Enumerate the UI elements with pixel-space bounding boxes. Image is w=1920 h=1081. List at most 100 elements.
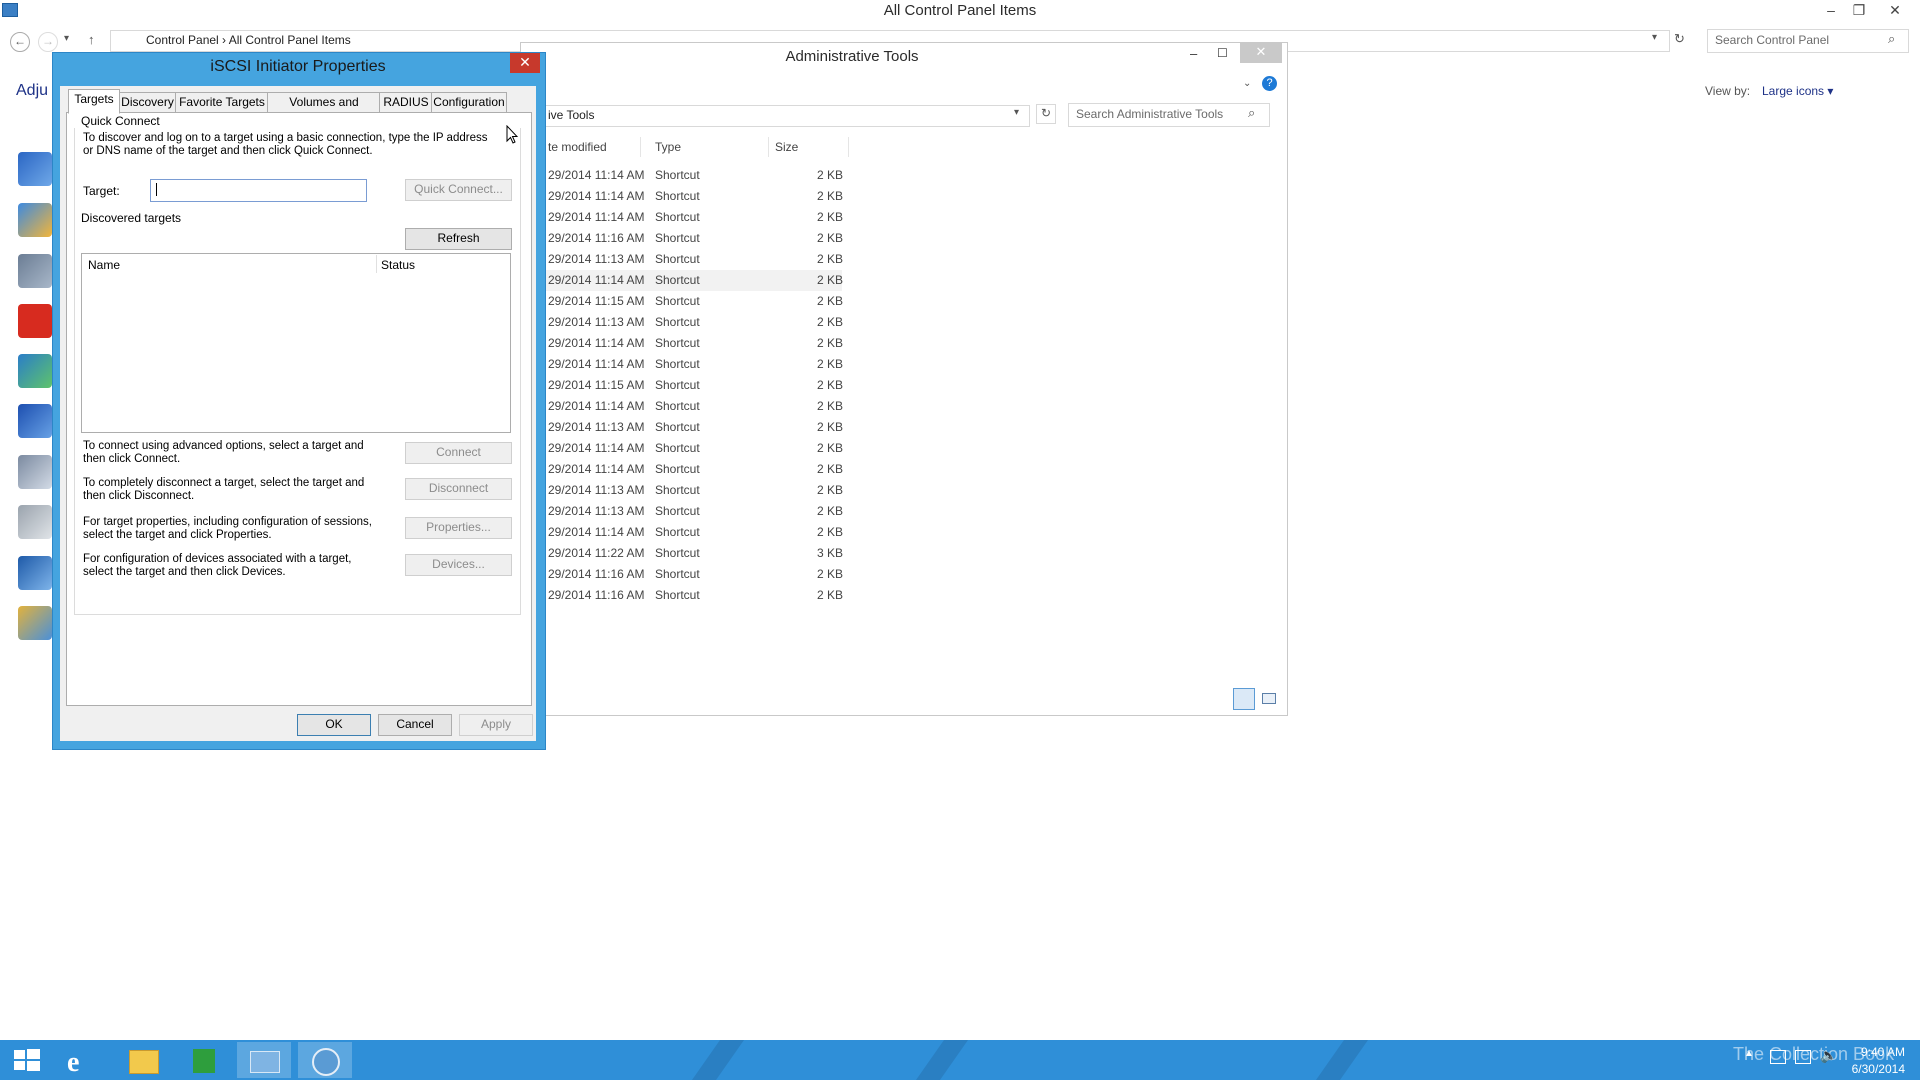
help-icon[interactable]: ? [1262, 76, 1277, 91]
flag-icon[interactable] [1770, 1050, 1786, 1064]
table-row[interactable]: 29/2014 11:22 AM Shortcut 3 KB [520, 543, 843, 564]
at-breadcrumb[interactable]: ive Tools [548, 108, 594, 122]
speech-recognition-icon[interactable] [18, 505, 52, 539]
discovered-targets-list[interactable] [81, 253, 511, 433]
file-explorer-icon[interactable] [115, 1042, 169, 1078]
table-row[interactable]: 29/2014 11:14 AM Shortcut 2 KB [520, 459, 843, 480]
table-row[interactable]: 29/2014 11:16 AM Shortcut 2 KB [520, 564, 843, 585]
close-button[interactable]: ✕ [1880, 0, 1910, 22]
internet-options-icon[interactable] [18, 354, 52, 388]
autoplay-icon[interactable] [18, 203, 52, 237]
table-row[interactable]: 29/2014 11:16 AM Shortcut 2 KB [520, 585, 843, 606]
display-icon[interactable] [18, 556, 52, 590]
action-center-icon[interactable] [18, 152, 52, 186]
work-folders-icon[interactable] [18, 606, 52, 640]
store-icon[interactable] [176, 1042, 230, 1078]
column-header-size[interactable]: Size [775, 140, 798, 154]
back-button[interactable]: ← [10, 32, 30, 52]
refresh-button[interactable]: Refresh [405, 228, 512, 250]
network-icon[interactable] [1795, 1050, 1811, 1064]
table-row[interactable]: 29/2014 11:15 AM Shortcut 2 KB [520, 291, 843, 312]
large-icons-view-icon[interactable] [1258, 688, 1278, 708]
column-divider[interactable] [768, 137, 769, 157]
table-row[interactable]: 29/2014 11:14 AM Shortcut 2 KB [520, 186, 843, 207]
table-row[interactable]: 29/2014 11:16 AM Shortcut 2 KB [520, 228, 843, 249]
clock-date[interactable]: 6/30/2014 [1845, 1062, 1905, 1076]
cell-size: 2 KB [816, 357, 843, 371]
details-view-icon[interactable] [1233, 688, 1255, 710]
column-divider[interactable] [848, 137, 849, 157]
breadcrumb[interactable]: Control Panel › All Control Panel Items [146, 33, 351, 47]
table-row[interactable]: 29/2014 11:14 AM Shortcut 2 KB [520, 522, 843, 543]
refresh-icon[interactable]: ↻ [1674, 31, 1685, 47]
ok-button[interactable]: OK [297, 714, 371, 736]
at-close-button[interactable]: ✕ [1240, 42, 1282, 63]
mouse-cursor-icon [506, 125, 518, 144]
recent-locations-icon[interactable]: ▾ [64, 33, 69, 44]
start-button[interactable] [0, 1042, 54, 1078]
tab-configuration[interactable]: Configuration [431, 92, 507, 113]
minimize-button[interactable]: – [1816, 0, 1846, 22]
column-header-name[interactable]: Name [88, 258, 120, 272]
disconnect-button[interactable]: Disconnect [405, 478, 512, 500]
table-row[interactable]: 29/2014 11:13 AM Shortcut 2 KB [520, 312, 843, 333]
table-row[interactable]: 29/2014 11:13 AM Shortcut 2 KB [520, 249, 843, 270]
iscsi-icon[interactable] [298, 1042, 352, 1078]
cell-date: 29/2014 11:14 AM [548, 441, 645, 455]
apply-button[interactable]: Apply [459, 714, 533, 736]
at-maximize-button[interactable]: ☐ [1217, 46, 1228, 60]
connect-button[interactable]: Connect [405, 442, 512, 464]
table-row[interactable]: 29/2014 11:14 AM Shortcut 2 KB [520, 333, 843, 354]
dialog-close-button[interactable]: ✕ [510, 53, 540, 73]
volume-icon[interactable]: 🔈 [1820, 1047, 1837, 1064]
table-row[interactable]: 29/2014 11:13 AM Shortcut 2 KB [520, 501, 843, 522]
at-minimize-button[interactable]: – [1190, 46, 1197, 61]
up-icon[interactable]: ↑ [88, 32, 95, 47]
network-sharing-icon[interactable] [18, 404, 52, 438]
quick-connect-button[interactable]: Quick Connect... [405, 179, 512, 201]
tab-radius[interactable]: RADIUS [379, 92, 433, 113]
at-search-icon[interactable]: ⌕ [1248, 105, 1255, 121]
restore-button[interactable]: ❐ [1844, 0, 1874, 22]
administrative-tools-address-bar[interactable] [540, 105, 1030, 127]
devices-printers-icon[interactable] [18, 254, 52, 288]
column-divider[interactable] [376, 255, 377, 273]
column-divider[interactable] [640, 137, 641, 157]
target-input[interactable] [150, 179, 367, 202]
forward-button[interactable]: → [38, 32, 58, 52]
at-refresh-icon[interactable]: ↻ [1036, 104, 1056, 124]
address-dropdown-icon[interactable]: ▾ [1652, 32, 1657, 43]
table-row[interactable]: 29/2014 11:14 AM Shortcut 2 KB [520, 207, 843, 228]
view-by-dropdown[interactable]: Large icons ▾ [1762, 84, 1833, 98]
table-row[interactable]: 29/2014 11:14 AM Shortcut 2 KB [520, 396, 843, 417]
column-header-date[interactable]: te modified [548, 140, 607, 154]
flash-player-icon[interactable] [18, 304, 52, 338]
tab-targets[interactable]: Targets [68, 89, 120, 114]
show-hidden-icons[interactable]: ▲ [1744, 1048, 1754, 1059]
tab-discovery[interactable]: Discovery [118, 92, 177, 113]
devices-button[interactable]: Devices... [405, 554, 512, 576]
internet-explorer-icon[interactable]: e [55, 1042, 109, 1078]
column-header-status[interactable]: Status [381, 258, 415, 272]
search-icon[interactable]: ⌕ [1888, 31, 1895, 47]
cell-date: 29/2014 11:14 AM [548, 525, 645, 539]
tab-favorite-targets[interactable]: Favorite Targets [175, 92, 269, 113]
table-row[interactable]: 29/2014 11:14 AM Shortcut 2 KB [520, 354, 843, 375]
ribbon-expand-icon[interactable]: ⌄ [1243, 78, 1251, 89]
properties-button[interactable]: Properties... [405, 517, 512, 539]
table-row[interactable]: 29/2014 11:13 AM Shortcut 2 KB [520, 417, 843, 438]
programs-features-icon[interactable] [18, 455, 52, 489]
at-address-dropdown-icon[interactable]: ▾ [1014, 107, 1019, 118]
control-panel-icon[interactable] [237, 1042, 291, 1078]
table-row[interactable]: 29/2014 11:15 AM Shortcut 2 KB [520, 375, 843, 396]
column-header-type[interactable]: Type [655, 140, 681, 154]
tab-volumes-and-devices[interactable]: Volumes and Devices [267, 92, 381, 127]
cell-date: 29/2014 11:16 AM [548, 588, 645, 602]
table-row[interactable]: 29/2014 11:14 AM Shortcut 2 KB [520, 270, 843, 291]
cell-type: Shortcut [655, 588, 700, 602]
cancel-button[interactable]: Cancel [378, 714, 452, 736]
table-row[interactable]: 29/2014 11:13 AM Shortcut 2 KB [520, 480, 843, 501]
clock-time[interactable]: 9:40 AM [1845, 1045, 1905, 1059]
table-row[interactable]: 29/2014 11:14 AM Shortcut 2 KB [520, 438, 843, 459]
table-row[interactable]: 29/2014 11:14 AM Shortcut 2 KB [520, 165, 843, 186]
